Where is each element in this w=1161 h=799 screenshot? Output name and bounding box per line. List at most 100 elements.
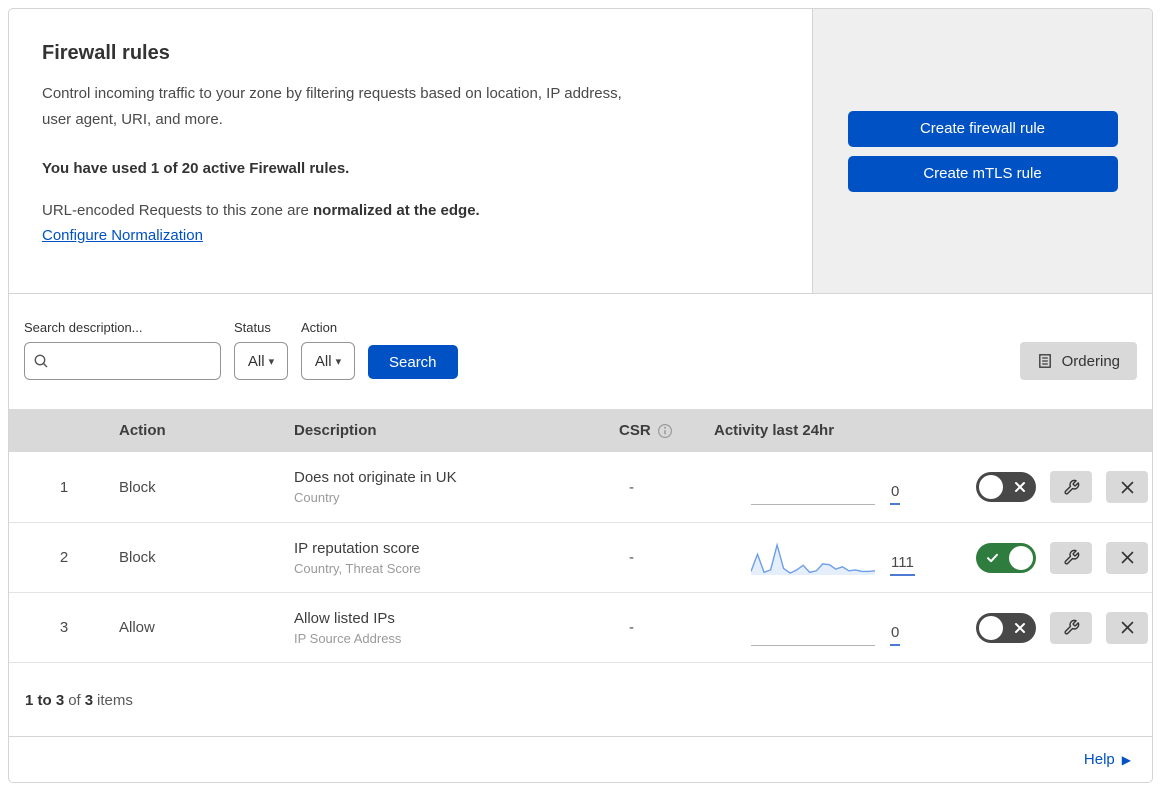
header-section: Firewall rules Control incoming traffic … [9,9,1152,294]
rule-action: Block [119,478,156,496]
search-icon [34,354,48,367]
x-icon [1015,482,1025,492]
rule-fields: Country [294,490,340,505]
rule-controls [959,541,1152,574]
activity-count-box: 111 [890,554,932,576]
search-filter-group: Search description... [24,320,221,380]
wrench-icon [1063,619,1079,635]
rule-csr-value: - [629,619,634,636]
normalization-note: URL-encoded Requests to this zone are no… [42,202,782,219]
edit-rule-button[interactable] [1050,611,1092,644]
pagination: 1 to 3 of 3 items [9,662,1152,736]
close-icon [1121,621,1133,634]
activity-sparkline [750,540,876,576]
wrench-icon [1063,549,1079,565]
help-row: Help ▶ [9,736,1152,782]
close-icon [1121,481,1133,493]
action-column-header: Action [119,422,166,439]
rule-activity-cell: 0 [709,469,959,505]
firewall-rules-card: Firewall rules Control incoming traffic … [8,8,1153,783]
description-column-header: Description [294,422,377,439]
ordering-button[interactable]: Ordering [1019,342,1137,380]
rules-table: Action Description CSR Activity last 24h… [9,409,1152,662]
action-dropdown-value: All [314,352,332,370]
pagination-total: 3 [84,692,94,709]
rule-description: Does not originate in UK [294,469,457,486]
pagination-of: of [68,692,81,709]
filter-bar: Search description... Status All ▾ Actio… [9,294,1152,409]
status-toggle[interactable] [976,612,1036,643]
page-title: Firewall rules [42,42,170,64]
rule-activity-cell: 111 [709,540,959,576]
wrench-icon [1063,479,1079,495]
activity-sparkline [751,469,875,505]
rule-priority: 3 [59,619,69,636]
activity-count-link[interactable]: 0 [890,483,901,505]
action-dropdown[interactable]: All ▾ [301,342,355,380]
edit-rule-button[interactable] [1050,541,1092,574]
rule-description-cell: Allow listed IPs IP Source Address [294,610,594,646]
activity-count-box: 0 [890,624,932,646]
rule-description-cell: IP reputation score Country, Threat Scor… [294,540,594,576]
header-text-block: Firewall rules Control incoming traffic … [9,9,812,293]
search-label: Search description... [24,320,143,335]
normalization-prefix: URL-encoded Requests to this zone are [42,202,313,219]
activity-sparkline [751,610,875,646]
edit-rule-button[interactable] [1050,471,1092,503]
help-link[interactable]: Help ▶ [1084,751,1131,768]
x-icon [1015,622,1025,633]
rule-controls [959,471,1152,503]
create-mtls-rule-button[interactable]: Create mTLS rule [847,155,1118,192]
rule-csr-value: - [629,549,634,566]
delete-rule-button[interactable] [1106,471,1148,503]
table-row: 1 Block Does not originate in UK Country… [9,452,1152,522]
create-firewall-rule-button[interactable]: Create firewall rule [847,110,1118,147]
page-description: Control incoming traffic to your zone by… [42,85,622,128]
rule-csr-value: - [629,478,634,496]
rule-controls [959,611,1152,644]
search-input[interactable] [56,353,212,369]
ordering-button-label: Ordering [1061,352,1120,370]
chevron-down-icon: ▾ [268,355,275,368]
status-toggle[interactable] [976,542,1036,573]
rule-fields: Country, Threat Score [294,560,421,576]
actions-panel: Create firewall rule Create mTLS rule [812,9,1152,293]
activity-count-link[interactable]: 111 [890,554,915,576]
configure-normalization-link[interactable]: Configure Normalization [42,227,203,244]
toggle-knob [979,615,1003,640]
rule-action: Allow [119,619,155,636]
arrow-right-icon: ▶ [1121,752,1131,767]
status-dropdown-value: All [247,352,265,370]
rule-action: Block [119,549,156,566]
rule-description: IP reputation score [294,539,420,557]
toggle-knob [1009,545,1033,570]
action-filter-group: Action All ▾ [301,320,355,380]
table-header-row: Action Description CSR Activity last 24h… [9,409,1152,452]
search-button[interactable]: Search [368,345,458,379]
status-filter-group: Status All ▾ [234,320,288,380]
rule-description: Allow listed IPs [294,609,395,627]
list-document-icon [1038,354,1051,368]
rule-activity-cell: 0 [709,610,959,646]
pagination-range: 1 to 3 [25,692,65,709]
delete-rule-button[interactable] [1106,611,1148,644]
action-label: Action [301,320,338,335]
search-input-wrapper [24,342,221,380]
table-row: 2 Block IP reputation score Country, Thr… [9,522,1152,592]
status-dropdown[interactable]: All ▾ [234,342,288,380]
normalization-bold: normalized at the edge. [313,202,480,219]
check-icon [987,553,998,562]
table-body: 1 Block Does not originate in UK Country… [9,452,1152,662]
chevron-down-icon: ▾ [335,355,342,368]
activity-count-link[interactable]: 0 [890,624,901,646]
status-toggle[interactable] [976,472,1036,502]
status-label: Status [234,320,271,335]
table-row: 3 Allow Allow listed IPs IP Source Addre… [9,592,1152,662]
rule-description-cell: Does not originate in UK Country [294,469,594,505]
info-icon[interactable] [657,423,673,439]
delete-rule-button[interactable] [1106,541,1148,574]
activity-count-box: 0 [890,483,932,505]
rule-priority: 2 [59,549,69,566]
rule-priority: 1 [59,478,69,496]
pagination-items: items [97,692,133,709]
